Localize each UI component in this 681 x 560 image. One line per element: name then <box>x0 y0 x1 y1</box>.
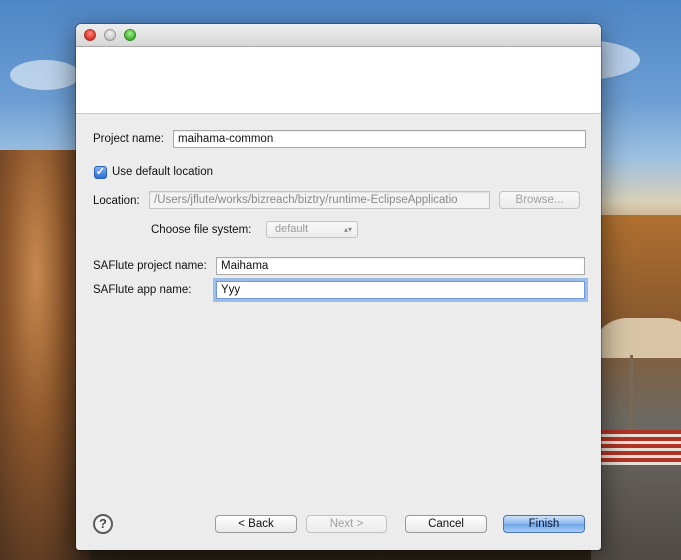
title-bar[interactable] <box>76 24 601 47</box>
file-system-value: default <box>275 223 309 235</box>
back-button[interactable]: < Back <box>215 515 297 533</box>
new-project-dialog: Project name: maihama-common ✓ Use defau… <box>76 24 601 550</box>
cloud <box>10 60 80 90</box>
saflute-app-name-input[interactable]: Yyy <box>216 281 585 299</box>
finish-button[interactable]: Finish <box>503 515 585 533</box>
zoom-window-button[interactable] <box>124 29 136 41</box>
help-icon[interactable]: ? <box>93 514 113 534</box>
project-name-label: Project name: <box>93 133 164 145</box>
use-default-location-checkbox[interactable]: ✓ <box>94 166 107 179</box>
bench <box>601 430 681 465</box>
location-input[interactable]: /Users/jflute/works/bizreach/biztry/runt… <box>149 191 490 209</box>
close-window-button[interactable] <box>84 29 96 41</box>
next-button[interactable]: Next > <box>306 515 387 533</box>
minimize-window-button[interactable] <box>104 29 116 41</box>
wizard-header-banner <box>76 47 601 114</box>
browse-button[interactable]: Browse... <box>499 191 580 209</box>
use-default-location-label[interactable]: Use default location <box>112 166 213 178</box>
chevron-updown-icon: ▴▾ <box>343 225 352 234</box>
file-system-select[interactable]: default ▴▾ <box>266 221 358 238</box>
cancel-button[interactable]: Cancel <box>405 515 487 533</box>
check-icon: ✓ <box>95 166 106 178</box>
location-label: Location: <box>93 195 140 207</box>
saflute-project-name-input[interactable]: Maihama <box>216 257 585 275</box>
saflute-app-name-label: SAFlute app name: <box>93 284 192 296</box>
choose-file-system-label: Choose file system: <box>151 224 252 236</box>
project-name-input[interactable]: maihama-common <box>173 130 586 148</box>
rock-formation-right <box>591 215 681 560</box>
saflute-project-name-label: SAFlute project name: <box>93 260 207 272</box>
